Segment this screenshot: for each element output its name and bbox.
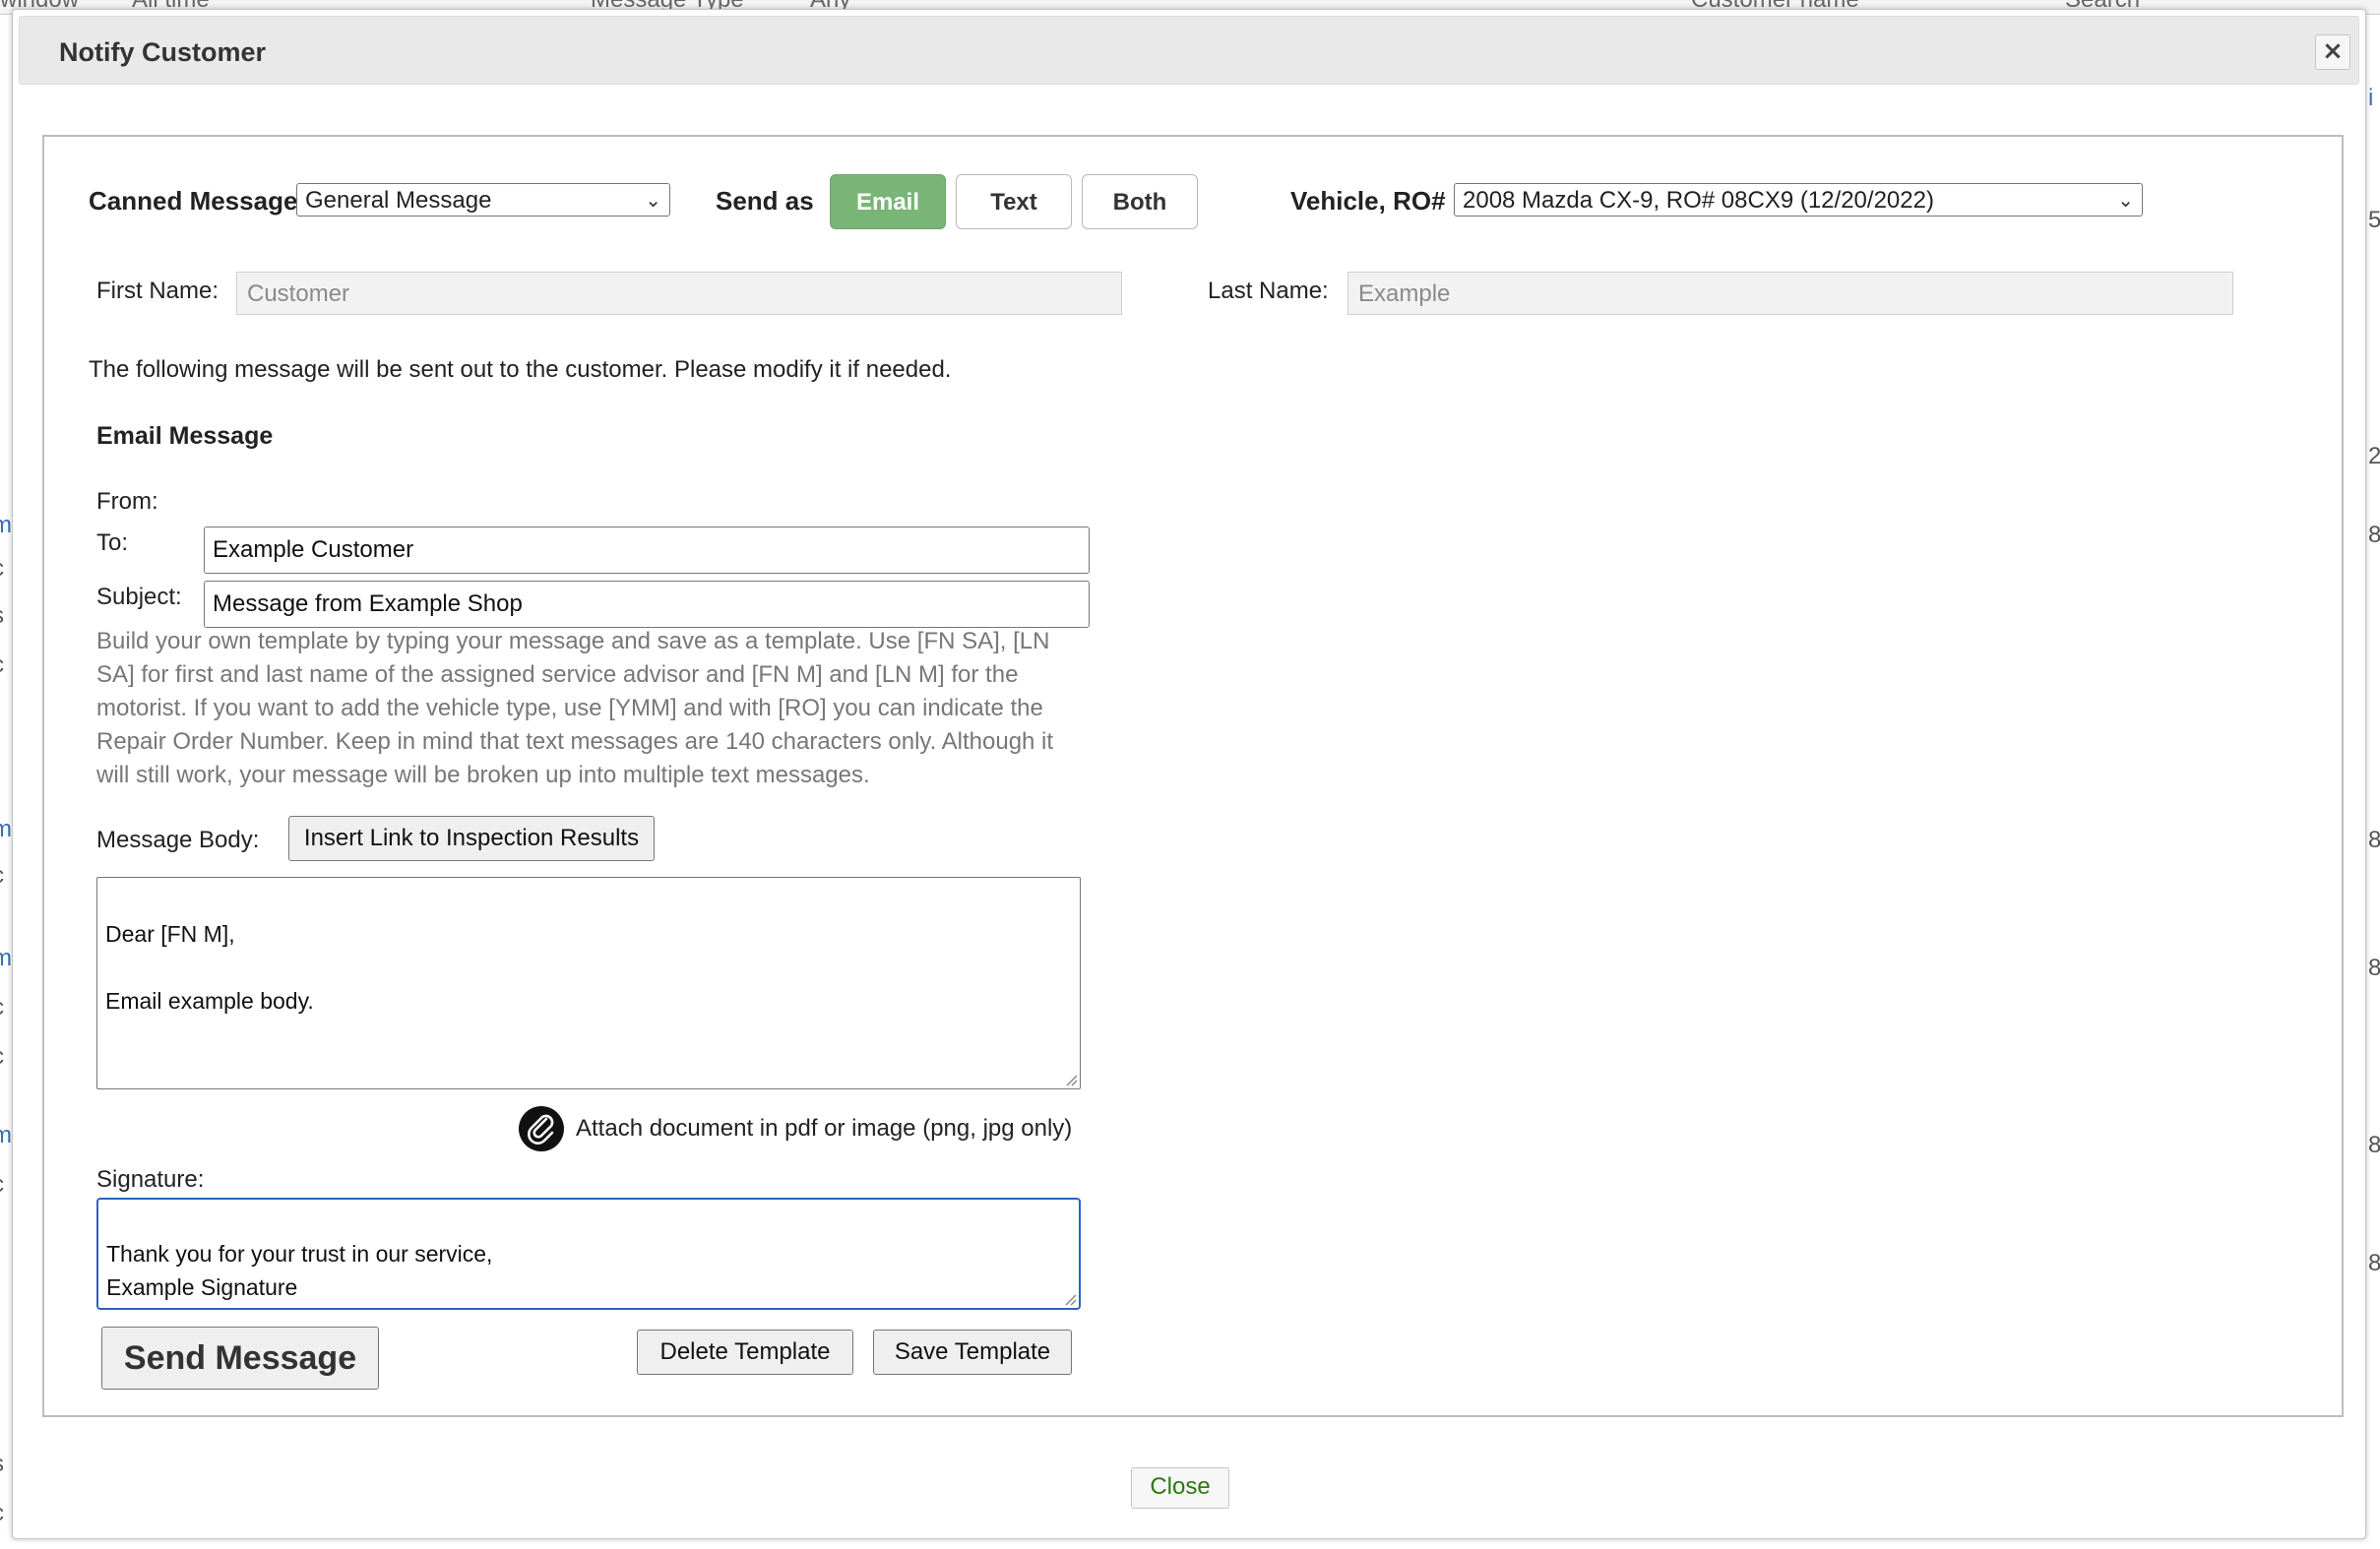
message-body-textarea[interactable]: Dear [FN M], Email example body.: [96, 877, 1081, 1089]
signature-line: [106, 1204, 1071, 1237]
send-as-email-button[interactable]: Email: [830, 174, 946, 229]
message-body-line: Dear [FN M],: [105, 921, 235, 947]
vehicle-ro-select[interactable]: 2008 Mazda CX-9, RO# 08CX9 (12/20/2022) …: [1454, 183, 2143, 217]
bg-edge-text: i: [2368, 85, 2374, 111]
bg-edge-text: 8: [2368, 522, 2380, 548]
save-template-button[interactable]: Save Template: [873, 1330, 1072, 1375]
bg-edge-text: c: [0, 1500, 4, 1527]
bg-edge-text: s: [0, 1451, 4, 1478]
intro-text: The following message will be sent out t…: [89, 356, 952, 383]
template-help-text: Build your own template by typing your m…: [96, 628, 1054, 788]
close-icon[interactable]: ×: [2315, 34, 2350, 70]
send-as-label: Send as: [716, 186, 814, 216]
message-body-label: Message Body:: [96, 827, 260, 853]
dialog-title: Notify Customer: [59, 37, 267, 67]
resize-grip-icon[interactable]: [1064, 1073, 1078, 1086]
bg-edge-text: m: [0, 1122, 12, 1148]
signature-textarea[interactable]: Thank you for your trust in our service,…: [96, 1198, 1081, 1310]
send-as-text-button[interactable]: Text: [956, 174, 1072, 229]
bg-edge-text: c: [0, 994, 4, 1022]
bg-edge-text: s: [0, 602, 4, 630]
bg-edge-text: c: [0, 555, 4, 583]
section-title: Email Message: [96, 422, 274, 450]
last-name-field[interactable]: Example: [1347, 272, 2233, 315]
attach-document-text[interactable]: Attach document in pdf or image (png, jp…: [576, 1115, 1072, 1143]
chevron-down-icon: ⌄: [645, 190, 661, 212]
bg-edge-text: m: [0, 816, 12, 842]
first-name-label: First Name:: [96, 278, 219, 304]
bg-edge-text: m: [0, 945, 12, 971]
bg-edge-text: c: [0, 1171, 4, 1199]
canned-messages-select[interactable]: General Message ⌄: [296, 183, 670, 217]
canned-messages-label: Canned Messages: [89, 186, 312, 216]
bg-edge-text: c: [0, 1043, 4, 1071]
signature-label: Signature:: [96, 1166, 205, 1193]
bg-edge-text: c: [0, 862, 4, 890]
delete-template-button[interactable]: Delete Template: [637, 1330, 853, 1375]
signature-line: Example Signature: [106, 1274, 298, 1300]
notify-customer-dialog: Notify Customer × Canned Messages Genera…: [12, 9, 2366, 1539]
send-as-both-button[interactable]: Both: [1082, 174, 1198, 229]
first-name-field[interactable]: Customer: [236, 272, 1122, 315]
dialog-titlebar[interactable]: Notify Customer ×: [19, 16, 2359, 85]
chevron-down-icon: ⌄: [2117, 190, 2134, 212]
vehicle-ro-label: Vehicle, RO#: [1290, 186, 1446, 216]
vehicle-ro-value: 2008 Mazda CX-9, RO# 08CX9 (12/20/2022): [1463, 187, 1934, 214]
bg-edge-text: 5: [2368, 207, 2380, 233]
insert-inspection-link-button[interactable]: Insert Link to Inspection Results: [288, 816, 655, 861]
message-body-line: [105, 951, 1072, 984]
resize-grip-icon[interactable]: [1063, 1292, 1077, 1306]
background-right-edge: i 5 2 8 8 8 8 8: [2366, 14, 2380, 1549]
last-name-label: Last Name:: [1208, 278, 1329, 304]
bg-edge-text: 2: [2368, 443, 2380, 469]
subject-input[interactable]: Message from Example Shop: [204, 581, 1090, 628]
bg-edge-text: 8: [2368, 955, 2380, 981]
bg-edge-text: 8: [2368, 1132, 2380, 1158]
message-body-line: Email example body.: [105, 988, 314, 1014]
to-input[interactable]: Example Customer: [204, 527, 1090, 574]
message-panel: Canned Messages General Message ⌄ Send a…: [42, 135, 2344, 1417]
bg-edge-text: 8: [2368, 1250, 2380, 1276]
message-body-line: [105, 884, 1072, 917]
paperclip-icon[interactable]: [519, 1106, 564, 1151]
send-message-button[interactable]: Send Message: [101, 1327, 379, 1390]
close-button[interactable]: Close: [1131, 1467, 1229, 1509]
bg-edge-text: 8: [2368, 827, 2380, 853]
from-label: From:: [96, 488, 158, 515]
canned-messages-value: General Message: [305, 187, 492, 214]
to-label: To:: [96, 529, 129, 556]
bg-edge-text: m: [0, 512, 12, 538]
subject-label: Subject:: [96, 584, 182, 610]
signature-line: Thank you for your trust in our service,: [106, 1241, 493, 1267]
bg-edge-text: c: [0, 651, 4, 679]
